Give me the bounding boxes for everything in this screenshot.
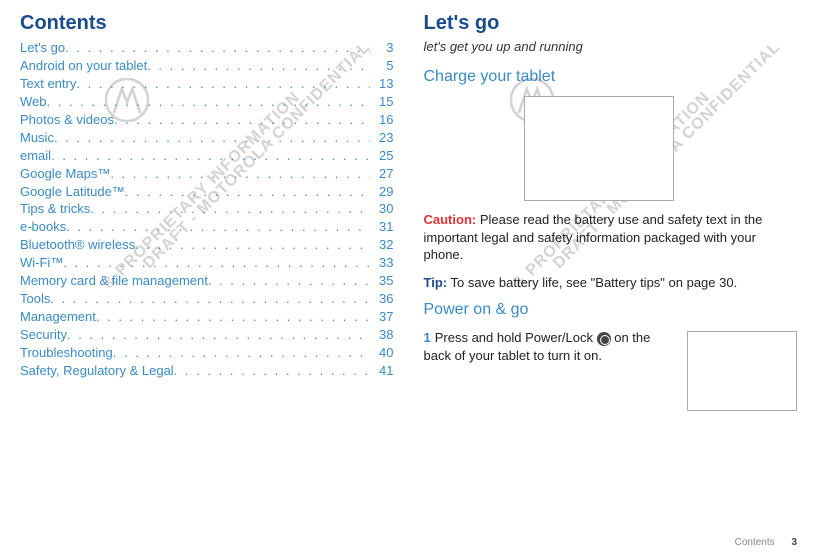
toc-dots: . . . . . . . . . . . . . . . . . . . . … — [66, 218, 369, 236]
toc-label: email — [20, 147, 51, 165]
toc-label: Google Maps™ — [20, 165, 110, 183]
toc-label: Wi-Fi™ — [20, 254, 63, 272]
toc-label: Safety, Regulatory & Legal — [20, 362, 174, 380]
toc-page: 15 — [370, 93, 394, 111]
toc-row[interactable]: e-books . . . . . . . . . . . . . . . . … — [20, 218, 394, 236]
charger-image-placeholder — [524, 96, 674, 201]
caution-paragraph: Caution: Please read the battery use and… — [424, 211, 798, 264]
toc-dots: . . . . . . . . . . . . . . . . . . . . … — [135, 236, 369, 254]
step-number: 1 — [424, 330, 431, 345]
caution-label: Caution: — [424, 212, 477, 227]
toc-row[interactable]: Music . . . . . . . . . . . . . . . . . … — [20, 129, 394, 147]
contents-column: Contents Let's go . . . . . . . . . . . … — [20, 12, 394, 411]
toc-row[interactable]: email . . . . . . . . . . . . . . . . . … — [20, 147, 394, 165]
toc-page: 25 — [370, 147, 394, 165]
toc-row[interactable]: Management . . . . . . . . . . . . . . .… — [20, 308, 394, 326]
toc-dots: . . . . . . . . . . . . . . . . . . . . … — [208, 272, 370, 290]
toc-dots: . . . . . . . . . . . . . . . . . . . . … — [174, 362, 370, 380]
page-footer: Contents 3 — [735, 537, 797, 548]
toc-page: 13 — [370, 75, 394, 93]
toc-row[interactable]: Tools . . . . . . . . . . . . . . . . . … — [20, 290, 394, 308]
tip-text: To save battery life, see "Battery tips"… — [447, 275, 737, 290]
toc-dots: . . . . . . . . . . . . . . . . . . . . … — [114, 111, 370, 129]
toc-label: Tools — [20, 290, 50, 308]
toc-row[interactable]: Memory card & file management . . . . . … — [20, 272, 394, 290]
contents-heading: Contents — [20, 12, 394, 35]
toc-dots: . . . . . . . . . . . . . . . . . . . . … — [65, 39, 369, 57]
power-heading: Power on & go — [424, 301, 798, 319]
toc-page: 40 — [370, 344, 394, 362]
toc-page: 29 — [370, 183, 394, 201]
footer-section: Contents — [735, 537, 775, 548]
toc-label: Let's go — [20, 39, 65, 57]
toc-page: 35 — [370, 272, 394, 290]
toc-dots: . . . . . . . . . . . . . . . . . . . . … — [125, 183, 370, 201]
toc-label: Google Latitude™ — [20, 183, 125, 201]
toc-label: Management — [20, 308, 96, 326]
toc-dots: . . . . . . . . . . . . . . . . . . . . … — [147, 57, 369, 75]
toc-label: Bluetooth® wireless — [20, 236, 135, 254]
toc-dots: . . . . . . . . . . . . . . . . . . . . … — [110, 165, 369, 183]
toc-dots: . . . . . . . . . . . . . . . . . . . . … — [67, 326, 370, 344]
toc-page: 23 — [370, 129, 394, 147]
toc-label: Tips & tricks — [20, 200, 90, 218]
toc-label: Security — [20, 326, 67, 344]
toc-page: 16 — [370, 111, 394, 129]
toc-row[interactable]: Web . . . . . . . . . . . . . . . . . . … — [20, 93, 394, 111]
toc-label: e-books — [20, 218, 66, 236]
toc-dots: . . . . . . . . . . . . . . . . . . . . … — [96, 308, 370, 326]
toc-page: 33 — [370, 254, 394, 272]
toc-row[interactable]: Photos & videos . . . . . . . . . . . . … — [20, 111, 394, 129]
step-text-a: Press and hold Power/Lock — [435, 330, 597, 345]
toc-row[interactable]: Google Latitude™ . . . . . . . . . . . .… — [20, 183, 394, 201]
tip-paragraph: Tip: To save battery life, see "Battery … — [424, 274, 798, 292]
footer-page-number: 3 — [791, 537, 797, 548]
toc-label: Memory card & file management — [20, 272, 208, 290]
toc-row[interactable]: Security . . . . . . . . . . . . . . . .… — [20, 326, 394, 344]
toc-page: 5 — [370, 57, 394, 75]
toc-row[interactable]: Tips & tricks . . . . . . . . . . . . . … — [20, 200, 394, 218]
toc-row[interactable]: Safety, Regulatory & Legal . . . . . . .… — [20, 362, 394, 380]
toc-page: 30 — [370, 200, 394, 218]
toc-row[interactable]: Wi-Fi™ . . . . . . . . . . . . . . . . .… — [20, 254, 394, 272]
table-of-contents: Let's go . . . . . . . . . . . . . . . .… — [20, 39, 394, 380]
toc-page: 41 — [370, 362, 394, 380]
toc-dots: . . . . . . . . . . . . . . . . . . . . … — [113, 344, 370, 362]
toc-label: Troubleshooting — [20, 344, 113, 362]
toc-label: Web — [20, 93, 47, 111]
toc-page: 36 — [370, 290, 394, 308]
toc-dots: . . . . . . . . . . . . . . . . . . . . … — [63, 254, 369, 272]
letsgo-subtitle: let's get you up and running — [424, 39, 798, 54]
toc-label: Android on your tablet — [20, 57, 147, 75]
toc-row[interactable]: Bluetooth® wireless . . . . . . . . . . … — [20, 236, 394, 254]
toc-page: 32 — [370, 236, 394, 254]
toc-dots: . . . . . . . . . . . . . . . . . . . . … — [50, 290, 369, 308]
toc-label: Text entry — [20, 75, 76, 93]
step-1: 1Press and hold Power/Lock on the back o… — [424, 329, 798, 411]
charge-heading: Charge your tablet — [424, 68, 798, 86]
toc-dots: . . . . . . . . . . . . . . . . . . . . … — [51, 147, 369, 165]
toc-dots: . . . . . . . . . . . . . . . . . . . . … — [90, 200, 369, 218]
toc-row[interactable]: Troubleshooting . . . . . . . . . . . . … — [20, 344, 394, 362]
toc-dots: . . . . . . . . . . . . . . . . . . . . … — [47, 93, 370, 111]
toc-dots: . . . . . . . . . . . . . . . . . . . . … — [54, 129, 370, 147]
toc-page: 27 — [370, 165, 394, 183]
toc-page: 37 — [370, 308, 394, 326]
toc-row[interactable]: Let's go . . . . . . . . . . . . . . . .… — [20, 39, 394, 57]
toc-page: 38 — [370, 326, 394, 344]
toc-page: 3 — [370, 39, 394, 57]
toc-page: 31 — [370, 218, 394, 236]
toc-row[interactable]: Android on your tablet . . . . . . . . .… — [20, 57, 394, 75]
tip-label: Tip: — [424, 275, 448, 290]
tablet-image-placeholder — [687, 331, 797, 411]
toc-label: Music — [20, 129, 54, 147]
letsgo-heading: Let's go — [424, 12, 798, 35]
power-lock-icon — [597, 332, 611, 346]
letsgo-column: Let's go let's get you up and running Ch… — [424, 12, 798, 411]
toc-row[interactable]: Text entry . . . . . . . . . . . . . . .… — [20, 75, 394, 93]
toc-label: Photos & videos — [20, 111, 114, 129]
toc-dots: . . . . . . . . . . . . . . . . . . . . … — [76, 75, 369, 93]
toc-row[interactable]: Google Maps™ . . . . . . . . . . . . . .… — [20, 165, 394, 183]
